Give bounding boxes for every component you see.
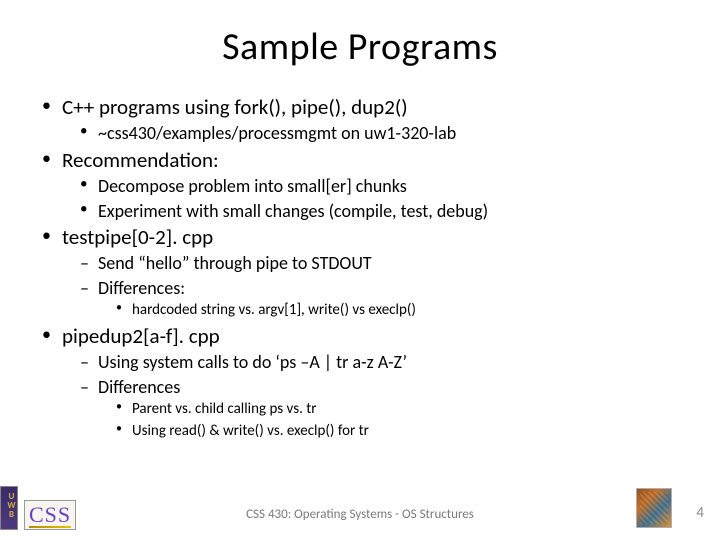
bullet-l3: Using read() & write() vs. execlp() for … xyxy=(36,422,684,442)
bullet-l3: hardcoded string vs. argv[1], write() vs… xyxy=(36,301,684,321)
slide-title: Sample Programs xyxy=(36,24,684,70)
dash-l2: Differences xyxy=(36,376,684,399)
bullet-l1: C++ programs using fork(), pipe(), dup2(… xyxy=(36,94,684,120)
dash-l2: Differences: xyxy=(36,277,684,300)
book-cover-icon xyxy=(636,488,672,528)
bullet-l2: Experiment with small changes (compile, … xyxy=(36,200,684,223)
bullet-l1: pipedup2[a-f]. cpp xyxy=(36,323,684,349)
page-number: 4 xyxy=(696,504,704,522)
footer-text: CSS 430: Operating Systems - OS Structur… xyxy=(0,507,720,522)
footer: UWB CSS CSS 430: Operating Systems - OS … xyxy=(0,486,720,530)
bullet-list: C++ programs using fork(), pipe(), dup2(… xyxy=(36,94,684,441)
dash-l2: Using system calls to do ‘ps –A | tr a-z… xyxy=(36,351,684,374)
bullet-l1: testpipe[0-2]. cpp xyxy=(36,224,684,250)
bullet-l2: ~css430/examples/processmgmt on uw1-320-… xyxy=(36,122,684,145)
dash-l2: Send “hello” through pipe to STDOUT xyxy=(36,252,684,275)
bullet-l2: Decompose problem into small[er] chunks xyxy=(36,175,684,198)
slide: Sample Programs C++ programs using fork(… xyxy=(0,0,720,540)
bullet-l3: Parent vs. child calling ps vs. tr xyxy=(36,400,684,420)
bullet-l1: Recommendation: xyxy=(36,147,684,173)
